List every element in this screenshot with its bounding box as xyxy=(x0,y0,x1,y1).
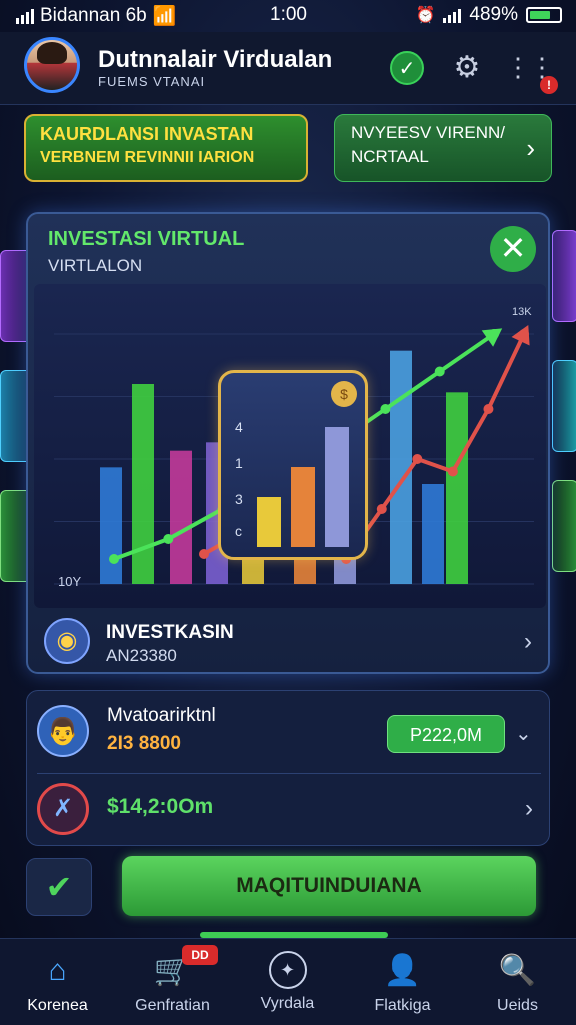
bottom-nav: ⌂ Korenea 🛒 Genfratian DD ✦ Vyrdala 👤 Fl… xyxy=(0,938,576,1025)
chevron-right-icon: › xyxy=(524,628,532,655)
chart-bar xyxy=(170,450,192,584)
chevron-down-icon[interactable]: ⌄ xyxy=(515,721,532,746)
chart-point xyxy=(376,504,387,514)
side-glow-right-3 xyxy=(552,480,576,572)
status-time: 1:00 xyxy=(270,4,307,25)
blocked-icon: ✗ xyxy=(37,783,89,835)
chart-bar xyxy=(390,350,412,584)
notification-badge: ! xyxy=(540,76,558,94)
nav-item-users[interactable]: 🔍 Ueids xyxy=(460,939,575,1025)
chart-point xyxy=(447,466,458,477)
chevron-right-icon: › xyxy=(526,133,535,163)
confirm-checkbox[interactable]: ✔ xyxy=(26,858,92,916)
nav-label-users: Ueids xyxy=(497,997,538,1014)
nav-item-profile[interactable]: 👤 Flatkiga xyxy=(345,939,460,1025)
chart-arrowhead xyxy=(481,328,503,347)
nav-item-home[interactable]: ⌂ Korenea xyxy=(0,939,115,1025)
cell-signal-icon xyxy=(443,7,462,23)
avatar[interactable] xyxy=(24,37,80,93)
investment-row-title: INVESTKASIN xyxy=(106,622,234,643)
amount-pill-button[interactable]: P222,0M xyxy=(387,715,505,753)
app-header: Dutnnalair Virdualan FUEMS VTANAI ✓ ⚙ ⋮⋮… xyxy=(0,32,576,105)
verified-check-icon[interactable]: ✓ xyxy=(390,51,424,85)
primary-button-line2: VERBNEM REVINNII IARION xyxy=(40,149,255,166)
secondary-virtual-button[interactable]: NVYEESV VIRENN/ NCRTAAL › xyxy=(334,114,552,182)
chart-label-top: 13K xyxy=(512,306,532,318)
chart-point xyxy=(434,366,445,377)
side-glow-right-2 xyxy=(552,360,576,452)
chart-label-left: 10Y xyxy=(58,574,82,589)
primary-button-line1: KAURDLANSI INVASTAN xyxy=(40,124,254,144)
compass-icon: ✦ xyxy=(268,951,307,989)
chart-point xyxy=(380,404,391,414)
wifi-icon: 📶 xyxy=(152,6,177,27)
home-icon: ⌂ xyxy=(48,954,67,987)
side-glow-right xyxy=(552,230,576,322)
carrier-name: Bidannan 6b xyxy=(40,5,147,26)
phone-bar xyxy=(257,497,281,547)
secondary-amount: $14,2:0Om xyxy=(107,795,214,818)
primary-invest-button[interactable]: KAURDLANSI INVASTAN VERBNEM REVINNII IAR… xyxy=(24,114,308,182)
chart-point xyxy=(163,534,174,544)
chevron-right-icon[interactable]: › xyxy=(525,795,533,823)
status-bar: Bidannan 6b 📶 1:00 ⏰ 489% xyxy=(0,0,576,32)
close-button[interactable]: ✕ xyxy=(490,226,536,272)
battery-percent: 489% xyxy=(469,4,518,25)
nav-label-compass: Vyrdala xyxy=(260,995,315,1012)
nav-item-compass[interactable]: ✦ Vyrdala xyxy=(230,939,345,1025)
chart-bar xyxy=(132,384,154,584)
divider xyxy=(37,773,541,774)
cart-badge: DD xyxy=(182,945,218,965)
secondary-button-line2: NCRTAAL xyxy=(351,147,429,166)
card-title: INVESTASI VIRTUAL xyxy=(48,228,245,250)
gear-icon[interactable]: ⚙ xyxy=(450,50,484,84)
chart-point xyxy=(483,404,494,414)
chart-point xyxy=(109,554,119,564)
search-user-icon: 🔍 xyxy=(498,954,537,987)
status-right: ⏰ 489% xyxy=(415,4,562,26)
chart-bar xyxy=(446,392,468,584)
battery-icon xyxy=(526,7,562,23)
card-subtitle: VIRTLALON xyxy=(48,256,143,275)
page-title: Dutnnalair Virdualan xyxy=(98,46,333,73)
phone-bar xyxy=(325,427,349,547)
phone-bar xyxy=(291,467,315,547)
nav-label-cart: Genfratian xyxy=(135,997,210,1014)
nav-label-profile: Flatkiga xyxy=(374,997,431,1014)
chart-bar xyxy=(422,484,444,584)
signal-icon xyxy=(16,8,34,24)
chart-point xyxy=(412,454,423,464)
page-subtitle: FUEMS VTANAI xyxy=(98,74,206,89)
nav-label-home: Korenea xyxy=(27,997,88,1014)
investment-card: INVESTASI VIRTUAL VIRTLALON ✕ 10Y 13K $ … xyxy=(26,212,550,674)
coin-icon: ◉ xyxy=(44,618,90,664)
account-value: 2I3 8800 xyxy=(107,733,181,754)
account-card: 👨 Mvatoarirktnl 2I3 8800 P222,0M ⌄ ✗ $14… xyxy=(26,690,550,846)
status-left: Bidannan 6b 📶 xyxy=(16,4,176,28)
user-icon: 👤 xyxy=(383,954,422,987)
chart-point xyxy=(199,549,209,559)
alarm-icon: ⏰ xyxy=(415,7,436,24)
chart-bar xyxy=(100,467,122,584)
investment-row[interactable]: ◉ INVESTKASIN AN23380 › xyxy=(28,612,548,672)
investor-avatar-icon: 👨 xyxy=(37,705,89,757)
phone-bars xyxy=(257,427,349,547)
secondary-button-line1: NVYEESV VIRENN/ xyxy=(351,123,505,142)
phone-device: $ 4 1 3 c xyxy=(218,370,368,560)
main-action-button[interactable]: MAQITUINDUIANA xyxy=(122,856,536,916)
investment-chart: 10Y 13K $ 4 1 3 c xyxy=(34,284,546,608)
investment-row-value: AN23380 xyxy=(106,646,177,665)
account-name: Mvatoarirktnl xyxy=(107,705,216,726)
